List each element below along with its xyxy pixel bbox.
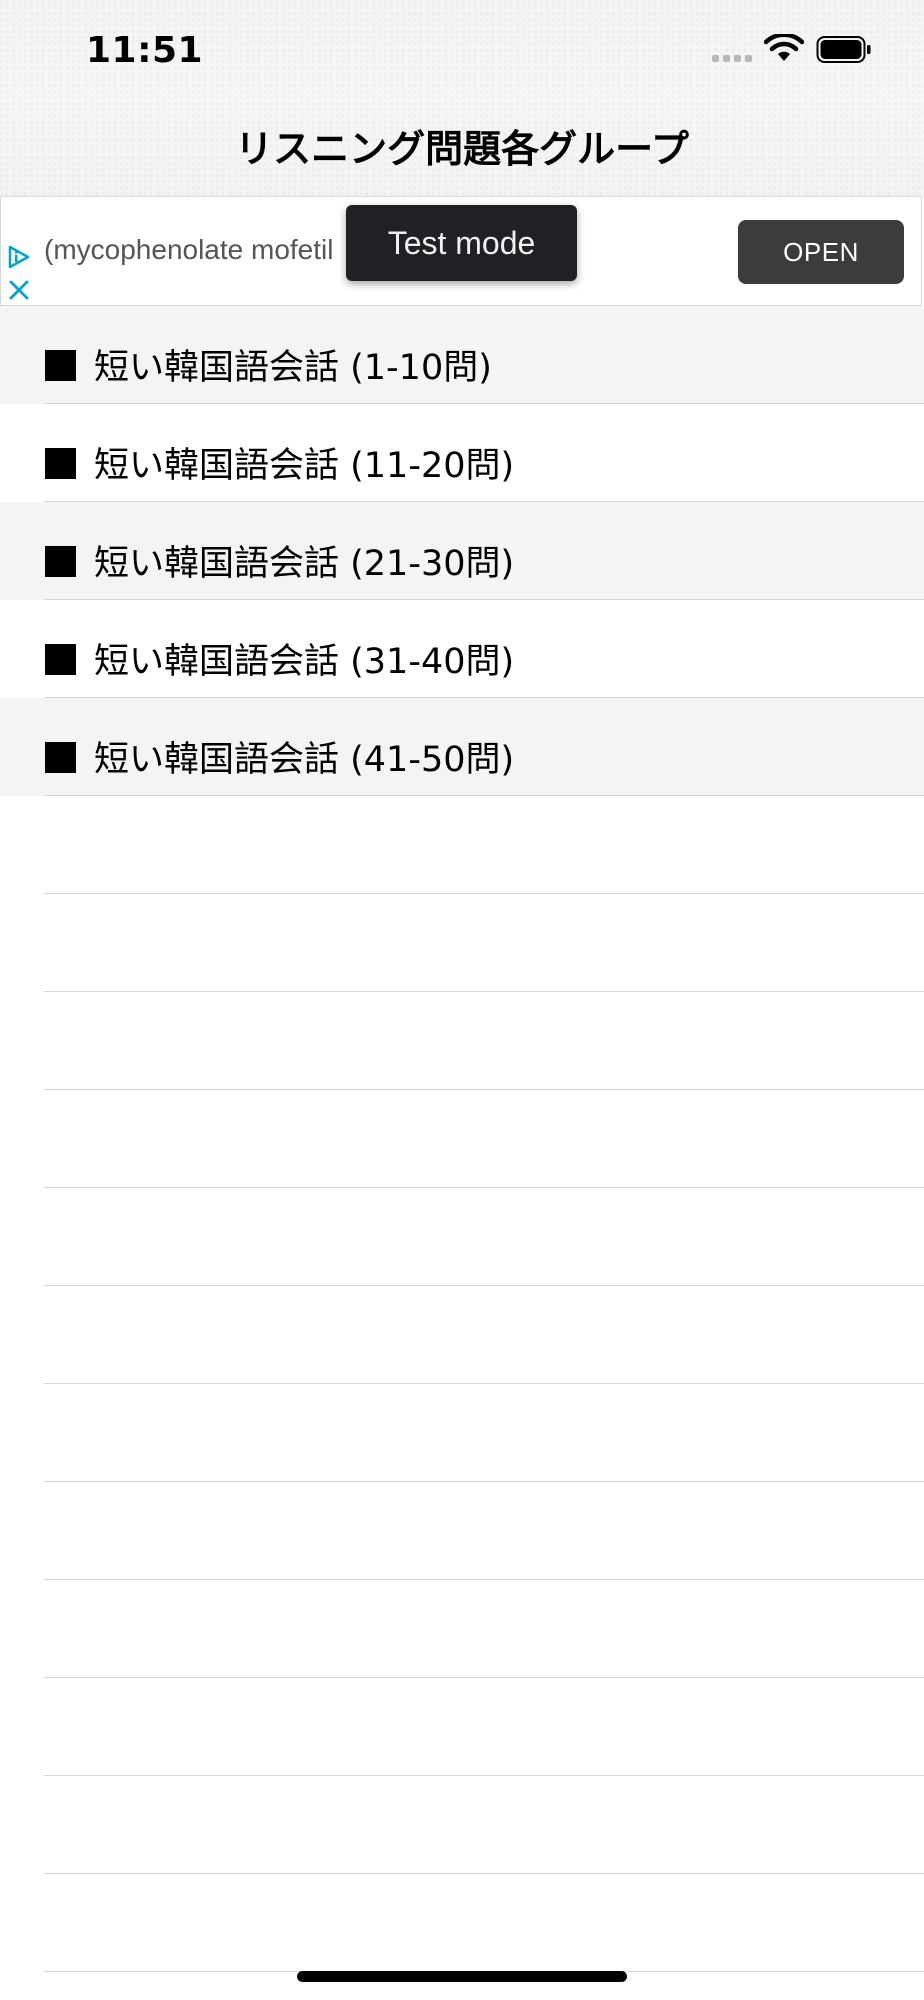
bullet-square-icon bbox=[45, 350, 76, 381]
battery-icon bbox=[816, 36, 871, 63]
ad-choices-icon[interactable] bbox=[6, 244, 32, 270]
status-time: 11:51 bbox=[86, 30, 204, 71]
empty-row bbox=[0, 1090, 924, 1188]
home-indicator[interactable] bbox=[297, 1971, 627, 1982]
empty-row bbox=[0, 1776, 924, 1874]
empty-row bbox=[0, 1580, 924, 1678]
empty-row bbox=[0, 1678, 924, 1776]
list-item[interactable]: 短い韓国語会話 (11-20問) bbox=[0, 404, 924, 502]
list-item[interactable]: 短い韓国語会話 (41-50問) bbox=[0, 698, 924, 796]
empty-row bbox=[0, 1874, 924, 1972]
list-item-label: 短い韓国語会話 (21-30問) bbox=[94, 544, 515, 584]
list-item-label: 短い韓国語会話 (11-20問) bbox=[94, 446, 515, 486]
bullet-square-icon bbox=[45, 448, 76, 479]
list-item[interactable]: 短い韓国語会話 (31-40問) bbox=[0, 600, 924, 698]
list-item-label: 短い韓国語会話 (1-10問) bbox=[94, 348, 492, 388]
bullet-square-icon bbox=[45, 742, 76, 773]
list-item-label: 短い韓国語会話 (31-40問) bbox=[94, 642, 515, 682]
ad-text[interactable]: (mycophenolate mofetil bbox=[44, 234, 344, 266]
test-mode-badge: Test mode bbox=[346, 205, 577, 281]
bullet-square-icon bbox=[45, 546, 76, 577]
ad-close-icon[interactable] bbox=[8, 279, 30, 301]
empty-row bbox=[0, 894, 924, 992]
page-title: リスニング問題各グループ bbox=[235, 127, 689, 171]
empty-row bbox=[0, 1188, 924, 1286]
cellular-signal-icon bbox=[712, 55, 752, 62]
empty-row bbox=[0, 1286, 924, 1384]
empty-row bbox=[0, 1384, 924, 1482]
list-item[interactable]: 短い韓国語会話 (21-30問) bbox=[0, 502, 924, 600]
question-group-list: 短い韓国語会話 (1-10問) 短い韓国語会話 (11-20問) 短い韓国語会話… bbox=[0, 306, 924, 1972]
list-item[interactable]: 短い韓国語会話 (1-10問) bbox=[0, 306, 924, 404]
wifi-icon bbox=[764, 34, 804, 61]
empty-row bbox=[0, 796, 924, 894]
empty-row bbox=[0, 1482, 924, 1580]
status-bar: 11:51 bbox=[0, 0, 924, 100]
list-item-label: 短い韓国語会話 (41-50問) bbox=[94, 740, 515, 780]
bullet-square-icon bbox=[45, 644, 76, 675]
ad-open-button[interactable]: OPEN bbox=[738, 220, 904, 284]
empty-row bbox=[0, 992, 924, 1090]
